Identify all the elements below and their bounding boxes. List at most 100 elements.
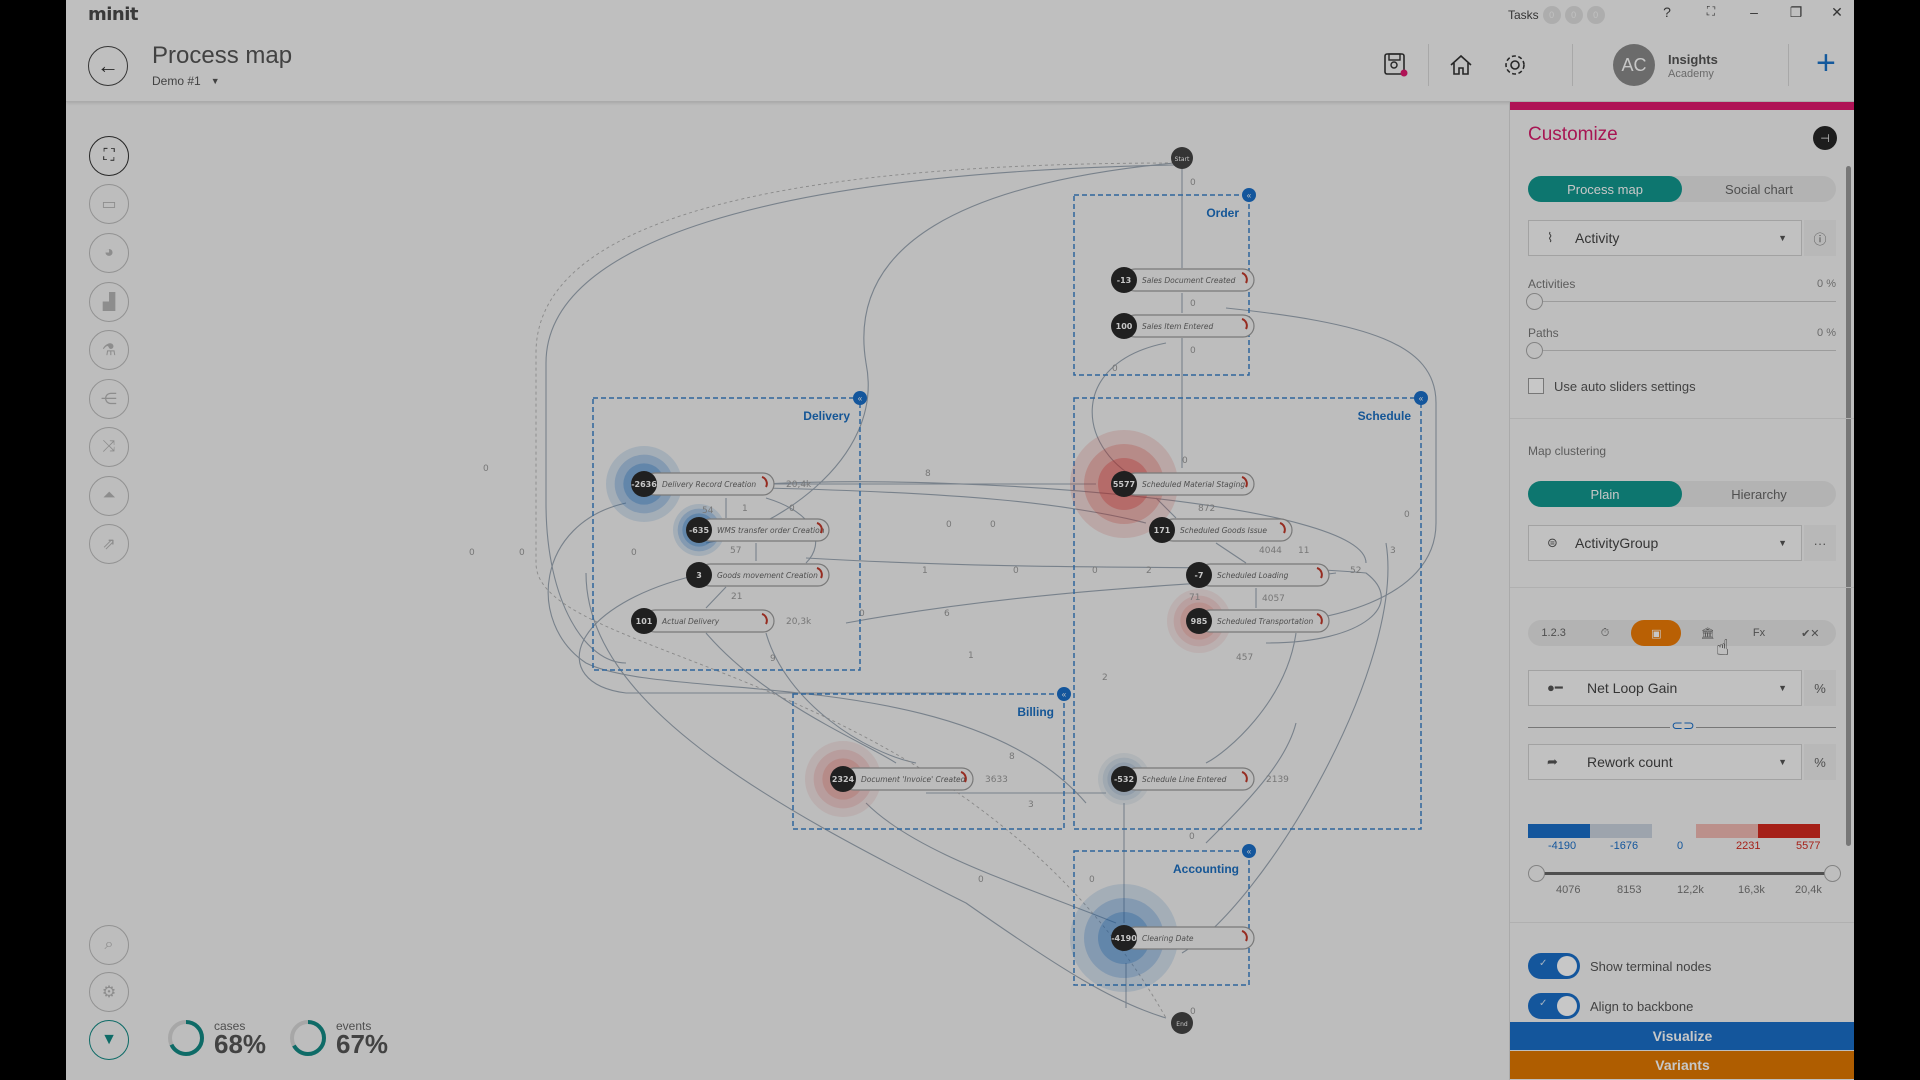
save-snapshot-icon: [1384, 53, 1408, 77]
primary-metric-unit[interactable]: %: [1804, 670, 1836, 706]
activity-value: -532: [1114, 775, 1134, 784]
edge-path[interactable]: [705, 586, 727, 609]
activity-node[interactable]: Document 'Invoice' Created 2324 3633: [805, 741, 1008, 817]
activity-node[interactable]: Sales Document Created -13: [1111, 267, 1255, 293]
activity-icon: ⌇: [1547, 230, 1554, 245]
sidebar-item-process-map[interactable]: ⛶: [89, 136, 129, 176]
project-selector[interactable]: Demo #1 ▼: [152, 74, 220, 88]
range-slider-track[interactable]: [1536, 872, 1832, 875]
minimize-button[interactable]: –: [1743, 4, 1765, 20]
sidebar-item-export[interactable]: ⇗: [89, 524, 129, 564]
activity-node[interactable]: Scheduled Loading -7: [1186, 562, 1330, 588]
cluster-attribute-select[interactable]: ⊜ ActivityGroup ▼: [1528, 525, 1802, 561]
process-map-canvas[interactable]: Order « Delivery « Schedule « Billing « Accounti…: [66, 103, 1509, 1080]
activity-value: 985: [1191, 617, 1208, 626]
mode-business[interactable]: ▣: [1631, 620, 1682, 646]
mode-frequency[interactable]: 1.2.3: [1529, 620, 1579, 646]
activity-node[interactable]: Sales Item Entered 100: [1111, 313, 1255, 339]
sidebar-item-distribution[interactable]: ⏶: [89, 476, 129, 516]
hand-cursor-icon: ☝: [1716, 635, 1730, 660]
tab-social-chart[interactable]: Social chart: [1682, 176, 1836, 202]
secondary-metric-select[interactable]: ➦ Rework count ▼: [1528, 744, 1802, 780]
auto-sliders-checkbox[interactable]: [1528, 378, 1544, 394]
range-slider-min-handle[interactable]: [1528, 865, 1545, 882]
edge-label: 0: [469, 548, 475, 558]
edge-label: 0: [978, 875, 984, 885]
start-node[interactable]: Start: [1171, 147, 1193, 169]
edge-path[interactable]: [535, 162, 1175, 1019]
tasks-indicator[interactable]: Tasks 0 0 0: [1508, 6, 1605, 24]
edge-path[interactable]: [705, 632, 897, 764]
edge-label: 1: [968, 651, 974, 661]
settings-button[interactable]: [1498, 48, 1532, 82]
sidebar-item-statistics[interactable]: ◕: [89, 233, 129, 273]
collapse-cluster-button[interactable]: «: [1057, 687, 1071, 701]
tab-process-map[interactable]: Process map: [1528, 176, 1682, 202]
align-to-backbone-toggle[interactable]: ✓: [1528, 993, 1580, 1019]
close-window-button[interactable]: ✕: [1826, 4, 1848, 21]
edge-path[interactable]: [578, 572, 966, 694]
activities-slider-handle[interactable]: [1526, 293, 1543, 310]
primary-metric-select[interactable]: ●━ Net Loop Gain ▼: [1528, 670, 1802, 706]
home-button[interactable]: [1444, 48, 1478, 82]
activity-node[interactable]: Schedule Line Entered -532 2139: [1098, 753, 1289, 805]
activities-slider-track[interactable]: [1534, 301, 1836, 302]
events-stat: events 67%: [288, 1018, 388, 1058]
link-icon[interactable]: ⊂⊃: [1670, 717, 1696, 735]
self-loop-count: 3633: [985, 775, 1008, 785]
mode-duration[interactable]: ⏱: [1580, 620, 1630, 646]
more-options-button[interactable]: ···: [1804, 525, 1836, 561]
sidebar-item-rules[interactable]: ⋲: [89, 379, 129, 419]
task-count-badge: 0: [1564, 6, 1583, 24]
cluster-label: Accounting: [1173, 862, 1239, 876]
range-slider-max-handle[interactable]: [1824, 865, 1841, 882]
chevron-down-icon: ▼: [210, 76, 220, 86]
add-button[interactable]: +: [1816, 46, 1836, 80]
activity-node[interactable]: Goods movement Creation 3: [686, 562, 830, 588]
edge-label: 1: [922, 566, 928, 576]
sidebar-item-charts[interactable]: ▟: [89, 282, 129, 322]
activity-node[interactable]: Clearing Date -4190: [1070, 884, 1255, 992]
visualize-button[interactable]: Visualize: [1510, 1022, 1854, 1050]
restore-button[interactable]: ❐: [1785, 4, 1807, 21]
user-avatar[interactable]: AC: [1613, 44, 1655, 86]
pin-panel-button[interactable]: ⊣: [1813, 126, 1837, 150]
edge-path[interactable]: [865, 802, 1117, 924]
filter-button[interactable]: ▼: [89, 1020, 129, 1060]
activity-node[interactable]: Actual Delivery 101 20,3k: [631, 608, 812, 634]
edge-label: 0: [1089, 875, 1095, 885]
back-button[interactable]: ←: [88, 46, 128, 86]
cluster-label: Billing: [1017, 705, 1054, 719]
tab-hierarchy[interactable]: Hierarchy: [1682, 481, 1836, 507]
help-button[interactable]: ?: [1656, 4, 1678, 20]
info-button[interactable]: ⓘ: [1804, 220, 1836, 256]
collapse-cluster-button[interactable]: «: [1414, 391, 1428, 405]
edge-label: 11: [1298, 546, 1309, 556]
mode-formula[interactable]: Fx: [1734, 620, 1784, 646]
toggle-metric-icon: ●━: [1547, 680, 1563, 695]
self-loop-count: 2139: [1266, 775, 1289, 785]
sidebar-item-dashboard[interactable]: ▭: [89, 184, 129, 224]
collapse-cluster-button[interactable]: «: [1242, 188, 1256, 202]
activity-node[interactable]: Scheduled Goods Issue 171: [1149, 517, 1293, 543]
tab-plain[interactable]: Plain: [1528, 481, 1682, 507]
edge-path[interactable]: [1215, 542, 1247, 564]
fullscreen-button[interactable]: ⛶: [1700, 4, 1722, 19]
paths-slider-handle[interactable]: [1526, 342, 1543, 359]
secondary-metric-unit[interactable]: %: [1804, 744, 1836, 780]
save-snapshot-button[interactable]: [1379, 48, 1413, 82]
activity-node[interactable]: WMS transfer order Creation -635: [673, 504, 830, 556]
export-icon: ⇗: [102, 536, 116, 553]
panel-scrollbar[interactable]: [1846, 166, 1851, 846]
settings-button[interactable]: ⚙: [89, 972, 129, 1012]
map-type-select[interactable]: ⌇ Activity ▼: [1528, 220, 1802, 256]
sidebar-item-variants-compare[interactable]: ⤨: [89, 427, 129, 467]
sidebar-item-investigate[interactable]: ⚗: [89, 330, 129, 370]
collapse-cluster-button[interactable]: «: [1242, 844, 1256, 858]
paths-slider-track[interactable]: [1534, 350, 1836, 351]
collapse-cluster-button[interactable]: «: [853, 391, 867, 405]
search-button[interactable]: ⌕: [89, 925, 129, 965]
show-terminal-nodes-toggle[interactable]: ✓: [1528, 953, 1580, 979]
mode-conformance[interactable]: ✔✕: [1785, 620, 1835, 646]
variants-button[interactable]: Variants: [1510, 1051, 1854, 1079]
